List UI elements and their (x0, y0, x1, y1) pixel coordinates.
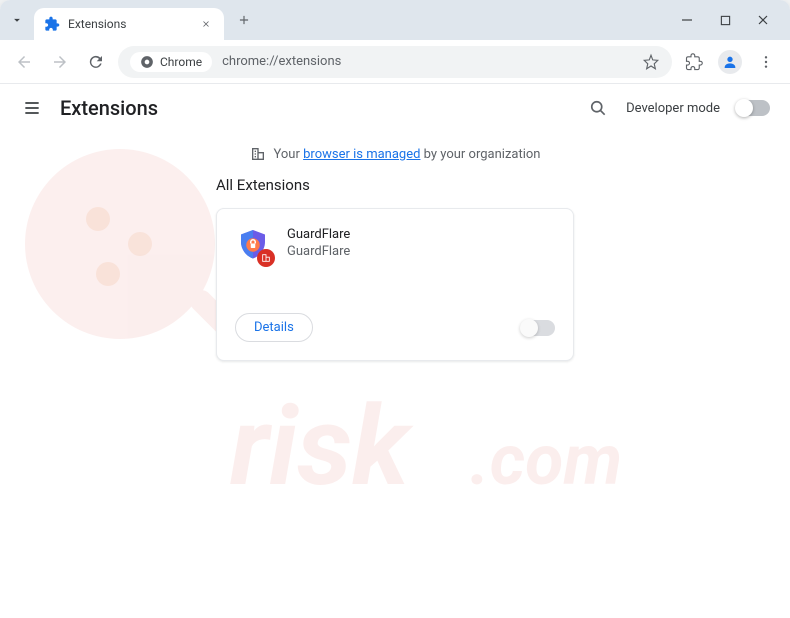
extensions-button[interactable] (680, 48, 708, 76)
svg-text:risk: risk (230, 382, 414, 511)
browser-tab[interactable]: Extensions (34, 8, 224, 40)
minimize-button[interactable] (678, 11, 696, 29)
close-icon[interactable] (198, 16, 214, 32)
extension-icon (44, 16, 60, 32)
developer-mode-toggle[interactable] (736, 100, 770, 116)
titlebar: Extensions (0, 0, 790, 40)
toolbar: Chrome chrome://extensions (0, 40, 790, 84)
managed-banner: Your browser is managed by your organiza… (0, 132, 790, 176)
content-header: Extensions Developer mode (0, 84, 790, 132)
tab-title: Extensions (68, 17, 190, 31)
svg-text:.com: .com (470, 420, 622, 502)
new-tab-button[interactable] (230, 6, 258, 34)
maximize-button[interactable] (716, 11, 734, 29)
page-title: Extensions (60, 96, 158, 120)
avatar-icon (718, 50, 742, 74)
content-area: PC risk .com Extensions Developer mode Y… (0, 84, 790, 618)
extensions-section: All Extensions (0, 176, 790, 361)
extension-card: GuardFlare GuardFlare Details (216, 208, 574, 361)
section-title: All Extensions (216, 176, 790, 194)
bookmark-icon[interactable] (642, 53, 660, 71)
extension-description: GuardFlare (287, 244, 350, 259)
managed-link[interactable]: browser is managed (303, 147, 420, 162)
reload-button[interactable] (82, 48, 110, 76)
menu-button[interactable] (752, 48, 780, 76)
toggle-knob (520, 319, 538, 337)
extension-icon-wrap (235, 227, 271, 263)
managed-badge-icon (257, 249, 275, 267)
tabs-dropdown-icon[interactable] (6, 9, 28, 31)
hamburger-icon[interactable] (20, 96, 44, 120)
extension-name: GuardFlare (287, 227, 350, 242)
chrome-chip: Chrome (130, 52, 212, 72)
building-icon (250, 146, 266, 162)
forward-button[interactable] (46, 48, 74, 76)
banner-suffix: by your organization (420, 147, 540, 162)
details-button[interactable]: Details (235, 313, 313, 342)
omnibox[interactable]: Chrome chrome://extensions (118, 46, 672, 78)
developer-mode-label: Developer mode (626, 101, 720, 116)
chrome-icon (140, 55, 154, 69)
search-icon[interactable] (586, 96, 610, 120)
chrome-chip-label: Chrome (160, 55, 202, 69)
omnibox-url: chrome://extensions (222, 54, 341, 69)
profile-button[interactable] (716, 48, 744, 76)
banner-prefix: Your (274, 147, 304, 162)
browser-window: Extensions Chrome chrome://extensions (0, 0, 790, 618)
back-button[interactable] (10, 48, 38, 76)
window-controls (678, 11, 784, 29)
extension-toggle[interactable] (521, 320, 555, 336)
close-button[interactable] (754, 11, 772, 29)
toggle-knob (735, 99, 753, 117)
